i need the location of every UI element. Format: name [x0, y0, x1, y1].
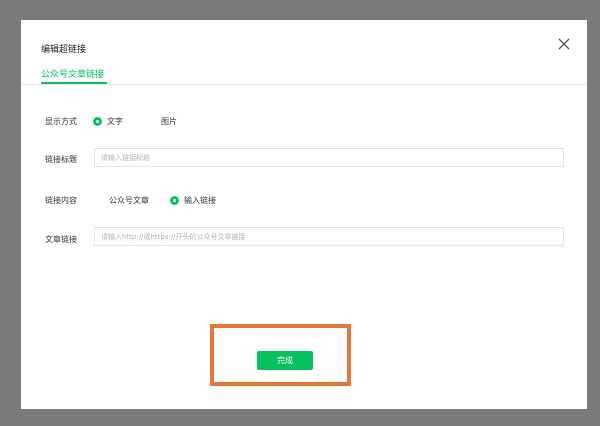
- article-link-label: 文章链接: [45, 235, 77, 244]
- display-mode-label: 显示方式: [45, 117, 77, 126]
- link-content-article-radio[interactable]: 公众号文章: [95, 195, 149, 206]
- article-link-input[interactable]: 请输入http://或https://开头的公众号文章链接: [94, 227, 564, 246]
- radio-label: 文字: [107, 117, 123, 126]
- dialog-title: 编辑超链接: [41, 45, 87, 55]
- tab-divider: [21, 84, 587, 85]
- tab-article-link[interactable]: 公众号文章链接: [41, 67, 104, 80]
- link-content-url-radio[interactable]: 输入链接: [170, 195, 216, 206]
- display-mode-image-radio[interactable]: 图片: [147, 116, 177, 127]
- radio-checked-icon: [170, 196, 179, 205]
- radio-label: 输入链接: [184, 196, 216, 205]
- highlight-box: [210, 324, 351, 386]
- display-mode-text-radio[interactable]: 文字: [93, 116, 123, 127]
- close-icon[interactable]: [557, 36, 571, 50]
- link-title-input[interactable]: 请输入链接标题: [94, 148, 564, 167]
- radio-label: 图片: [161, 117, 177, 126]
- link-title-label: 链接标题: [45, 155, 77, 164]
- input-placeholder: 请输入http://或https://开头的公众号文章链接: [101, 232, 246, 241]
- radio-label: 公众号文章: [109, 196, 149, 205]
- input-placeholder: 请输入链接标题: [101, 153, 150, 162]
- radio-checked-icon: [93, 117, 102, 126]
- link-content-label: 链接内容: [45, 196, 77, 205]
